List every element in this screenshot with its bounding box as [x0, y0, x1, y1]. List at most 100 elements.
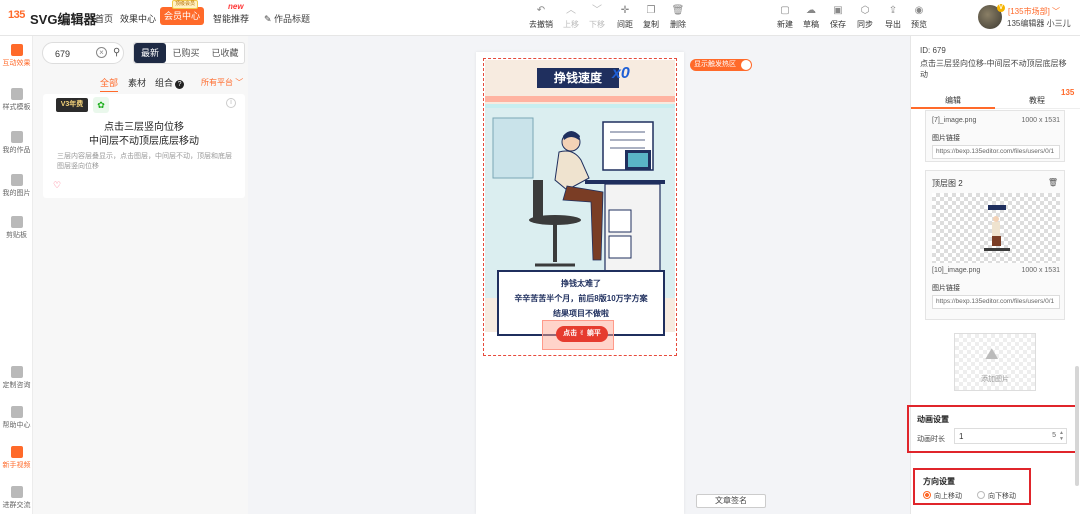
doc-title-field[interactable]: ✎ 作品标题	[264, 12, 310, 25]
image-thumbnail[interactable]	[932, 193, 1060, 263]
move-down-button[interactable]: ﹀ 下移	[584, 5, 610, 30]
image-dimensions: 1000 x 1531	[1021, 267, 1060, 274]
folder-icon	[10, 131, 23, 143]
caption-line3: 结果项目不做啦	[553, 309, 609, 318]
image-filename: [7]_image.png	[932, 117, 977, 124]
user-group-dropdown[interactable]: [135市场部] ﹀	[1008, 6, 1060, 17]
filter-bought[interactable]: 已购买	[168, 43, 204, 63]
nav-help-center[interactable]: 帮助中心	[0, 406, 33, 430]
search-input[interactable]: 679 × ⚲	[42, 42, 124, 64]
add-image-label: 添加图片	[981, 376, 1009, 383]
nav-label: 定制咨询	[2, 382, 31, 389]
save-button[interactable]: ▣ 保存	[825, 5, 851, 30]
info-icon[interactable]: i	[226, 98, 236, 108]
tab-tutorial[interactable]: 教程	[997, 95, 1077, 106]
scrollbar[interactable]	[1075, 366, 1079, 486]
nav-my-images[interactable]: 我的图片	[0, 174, 33, 198]
nav-smart-recommend[interactable]: 智能推荐	[213, 12, 249, 25]
nav-my-works[interactable]: 我的作品	[0, 131, 33, 155]
caption-line1: 挣钱太难了	[561, 279, 601, 288]
draft-label: 草稿	[803, 20, 819, 29]
animation-settings: 动画设置 动画时长 1 5 ▲ ▼	[907, 405, 1077, 453]
top-bar: 135 SVG编辑器 首页 效果中心 会员中心 顶级会员 智能推荐 new ✎ …	[0, 0, 1080, 36]
brand-logo[interactable]: 135	[8, 9, 28, 25]
heart-icon[interactable]: ♡	[53, 180, 61, 191]
copy-icon: ❐	[646, 5, 656, 16]
add-image-button[interactable]: ⛰ 添加图片	[954, 333, 1036, 391]
vip-tag-badge: 顶级会员	[172, 0, 199, 9]
filter-newest[interactable]: 最新	[134, 43, 166, 63]
material-panel: 679 × ⚲ 最新 已购买 已收藏 全部 素材 组合? 所有平台 ﹀ V3年费…	[33, 36, 248, 514]
copy-button[interactable]: ❐ 复制	[638, 5, 664, 30]
delete-button[interactable]: 🗑 删除	[665, 5, 691, 30]
nav-label: 剪贴板	[6, 232, 27, 239]
question-icon	[10, 406, 23, 418]
tab-edit[interactable]: 编辑	[913, 95, 993, 106]
stepper-arrows-icon[interactable]: ▲ ▼	[1059, 430, 1064, 442]
video-icon	[10, 446, 23, 458]
nav-style-templates[interactable]: 样式模板	[0, 88, 33, 112]
nav-interactive-effects[interactable]: 互动效果	[0, 44, 33, 68]
show-hotzone-toggle[interactable]: 显示触发热区	[690, 59, 752, 71]
user-group-label: [135市场部]	[1008, 7, 1050, 16]
tab-material[interactable]: 素材	[128, 76, 146, 89]
export-icon: ⇪	[888, 5, 898, 16]
sync-button[interactable]: ⬡ 同步	[852, 5, 878, 30]
export-label: 导出	[885, 20, 901, 29]
nav-label: 我的作品	[2, 147, 31, 154]
chat-icon	[10, 486, 23, 498]
undo-label: 去撤销	[529, 20, 553, 29]
help-icon: ?	[175, 80, 185, 89]
search-value: 679	[55, 49, 71, 59]
nav-clipboard[interactable]: 剪贴板	[0, 216, 33, 240]
preview-button[interactable]: ◉ 预览	[906, 5, 932, 30]
move-up-button[interactable]: ︿ 上移	[558, 5, 584, 30]
v3-annual-badge: V3年费	[56, 98, 88, 112]
animation-title: 动画设置	[917, 415, 949, 424]
search-icon[interactable]: ⚲	[113, 47, 120, 58]
image-link-input[interactable]: https://bexp.135editor.com/files/users/0…	[932, 295, 1060, 309]
tab-all[interactable]: 全部	[100, 76, 119, 92]
filter-collected[interactable]: 已收藏	[206, 43, 244, 63]
platform-label: 所有平台	[201, 78, 233, 87]
save-icon: ▣	[833, 5, 843, 16]
radio-move-down[interactable]: 向下移动	[977, 491, 1016, 501]
radio-move-up[interactable]: 向上移动	[923, 491, 962, 501]
export-button[interactable]: ⇪ 导出	[880, 5, 906, 30]
new-badge: new	[228, 2, 244, 11]
thumbnail-figure	[984, 205, 1010, 251]
direction-settings: 方向设置 向上移动 向下移动	[913, 468, 1031, 505]
vip-center-button[interactable]: 会员中心	[160, 7, 204, 25]
new-button[interactable]: ▢ 新建	[772, 5, 798, 30]
nav-label: 样式模板	[2, 104, 31, 111]
image-link-input[interactable]: https://bexp.135editor.com/files/users/0…	[932, 145, 1060, 159]
move-down-label: 下移	[589, 20, 605, 29]
duration-input[interactable]: 1 5 ▲ ▼	[954, 428, 1067, 444]
active-tab-indicator	[911, 107, 995, 109]
wechat-icon: ✿	[93, 97, 109, 113]
card-title-line1: 点击三层竖向位移	[104, 122, 184, 133]
cloud-icon: ☁	[806, 5, 816, 16]
sync-icon: ⬡	[860, 5, 870, 16]
nav-effects[interactable]: 效果中心	[120, 12, 156, 25]
duration-max: 5	[1052, 432, 1056, 439]
trash-icon[interactable]: 🗑	[1048, 178, 1058, 187]
nav-home[interactable]: 首页	[95, 12, 113, 25]
spacing-button[interactable]: ✛ 间距	[612, 5, 638, 30]
platform-dropdown[interactable]: 所有平台 ﹀	[201, 77, 243, 88]
clear-icon[interactable]: ×	[96, 47, 107, 58]
template-card[interactable]: V3年费 ✿ i 点击三层竖向位移 中间层不动顶层底层移动 三层内容层叠显示，点…	[43, 94, 245, 198]
tab-combo[interactable]: 组合?	[155, 76, 185, 89]
toggle-knob	[741, 60, 751, 70]
signature-button[interactable]: 文章签名	[696, 494, 766, 508]
user-name: 135编辑器 小三儿	[1007, 19, 1071, 28]
nav-custom-consult[interactable]: 定制咨询	[0, 366, 33, 390]
nav-join-group[interactable]: 进群交流	[0, 486, 33, 510]
image-link-label: 图片链接	[932, 285, 960, 292]
draft-button[interactable]: ☁ 草稿	[798, 5, 824, 30]
undo-button[interactable]: ↶ 去撤销	[528, 5, 554, 30]
card-description: 三层内容层叠显示，点击图层，中间层不动，顶层和底层图层竖向位移	[57, 153, 232, 170]
radio-dot	[923, 491, 931, 499]
nav-tutorial-videos[interactable]: 新手视频	[0, 446, 33, 470]
cta-button[interactable]: 点击 ✌ 躺平	[556, 326, 608, 342]
